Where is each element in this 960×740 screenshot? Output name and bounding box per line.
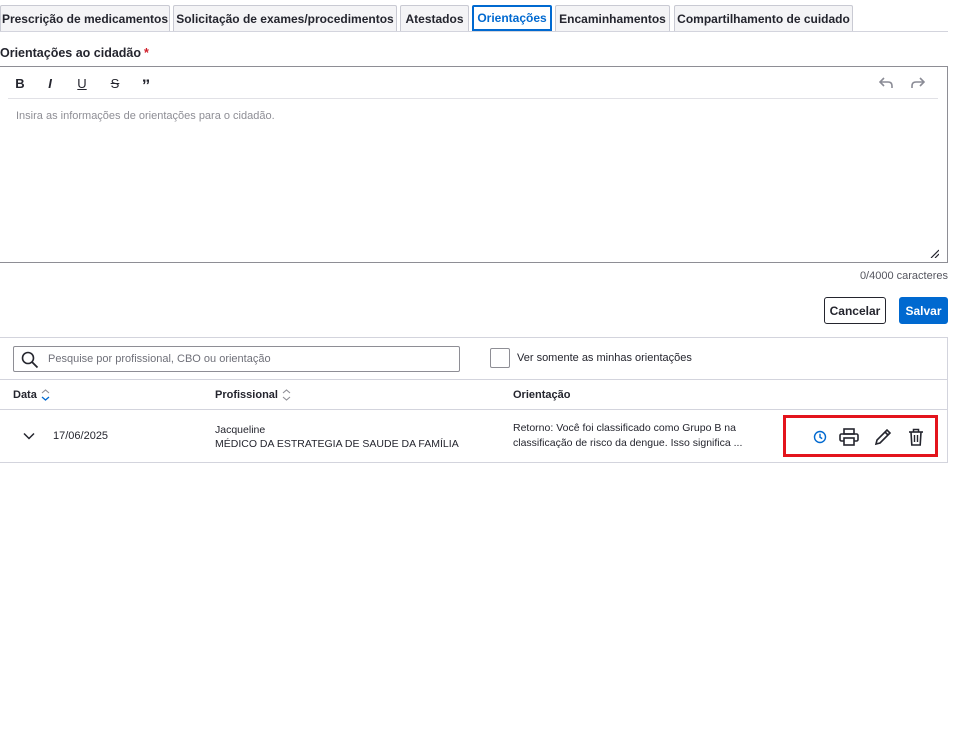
tab-prescricao[interactable]: Prescrição de medicamentos bbox=[0, 5, 170, 31]
redo-icon bbox=[911, 77, 925, 88]
strikethrough-button[interactable]: S bbox=[105, 73, 125, 93]
history-button[interactable] bbox=[809, 426, 831, 448]
resize-handle-icon[interactable] bbox=[929, 248, 939, 258]
underline-button[interactable]: U bbox=[72, 73, 92, 93]
toolbar-divider bbox=[8, 98, 938, 99]
column-orientation-label: Orientação bbox=[513, 389, 571, 401]
column-professional-label: Profissional bbox=[215, 389, 278, 401]
search-box[interactable] bbox=[13, 346, 460, 372]
only-mine-checkbox[interactable] bbox=[490, 348, 510, 368]
column-orientation: Orientação bbox=[513, 389, 570, 401]
column-professional[interactable]: Profissional bbox=[215, 389, 291, 401]
row-professional-name: Jacqueline bbox=[215, 424, 266, 436]
field-label: Orientações ao cidadão * bbox=[0, 46, 149, 60]
row-date: 17/06/2025 bbox=[53, 430, 109, 442]
sort-icon bbox=[41, 389, 50, 401]
sort-icon bbox=[282, 389, 291, 401]
undo-icon bbox=[879, 77, 893, 88]
tab-bar: Prescrição de medicamentos Solicitação d… bbox=[0, 5, 948, 32]
row-professional-cbo: MÉDICO DA ESTRATEGIA DE SAUDE DA FAMÍLIA bbox=[215, 438, 459, 450]
trash-icon bbox=[909, 428, 923, 446]
only-mine-label: Ver somente as minhas orientações bbox=[517, 352, 692, 364]
undo-button[interactable] bbox=[876, 73, 896, 93]
chevron-down-icon[interactable] bbox=[22, 429, 36, 443]
column-date-label: Data bbox=[13, 389, 37, 401]
tab-encaminhamentos[interactable]: Encaminhamentos bbox=[555, 5, 670, 31]
tab-compartilhamento[interactable]: Compartilhamento de cuidado bbox=[674, 5, 853, 31]
orientations-list-panel: Ver somente as minhas orientações Data P… bbox=[0, 337, 948, 463]
bold-button[interactable]: B bbox=[10, 73, 30, 93]
table-row: 17/06/2025 Jacqueline MÉDICO DA ESTRATEG… bbox=[0, 410, 947, 463]
field-label-text: Orientações ao cidadão bbox=[0, 46, 142, 60]
tab-exames[interactable]: Solicitação de exames/procedimentos bbox=[173, 5, 397, 31]
column-date[interactable]: Data bbox=[13, 389, 50, 401]
redo-button[interactable] bbox=[908, 73, 928, 93]
row-actions-highlight bbox=[783, 415, 938, 457]
edit-icon bbox=[874, 428, 892, 446]
tab-orientacoes[interactable]: Orientações bbox=[472, 5, 552, 31]
search-input[interactable] bbox=[48, 347, 453, 371]
history-icon bbox=[813, 430, 827, 444]
quote-button[interactable]: ” bbox=[136, 73, 156, 95]
required-mark: * bbox=[144, 46, 149, 60]
save-button[interactable]: Salvar bbox=[899, 297, 948, 324]
cancel-button[interactable]: Cancelar bbox=[824, 297, 886, 324]
char-counter: 0/4000 caracteres bbox=[859, 270, 948, 282]
row-orientation: Retorno: Você foi classificado como Grup… bbox=[513, 422, 743, 449]
print-icon bbox=[839, 428, 859, 446]
table-header: Data Profissional Orientação bbox=[0, 379, 947, 410]
search-icon bbox=[21, 351, 39, 369]
print-button[interactable] bbox=[838, 426, 860, 448]
row-professional: Jacqueline MÉDICO DA ESTRATEGIA DE SAUDE… bbox=[215, 423, 459, 451]
rich-text-editor[interactable]: B I U S ” Insira as informações de orien… bbox=[0, 66, 948, 263]
italic-button[interactable]: I bbox=[40, 73, 60, 93]
editor-placeholder: Insira as informações de orientações par… bbox=[16, 110, 275, 122]
tab-atestados[interactable]: Atestados bbox=[400, 5, 469, 31]
delete-button[interactable] bbox=[905, 426, 927, 448]
editor-toolbar: B I U S ” bbox=[0, 67, 947, 98]
edit-button[interactable] bbox=[872, 426, 894, 448]
